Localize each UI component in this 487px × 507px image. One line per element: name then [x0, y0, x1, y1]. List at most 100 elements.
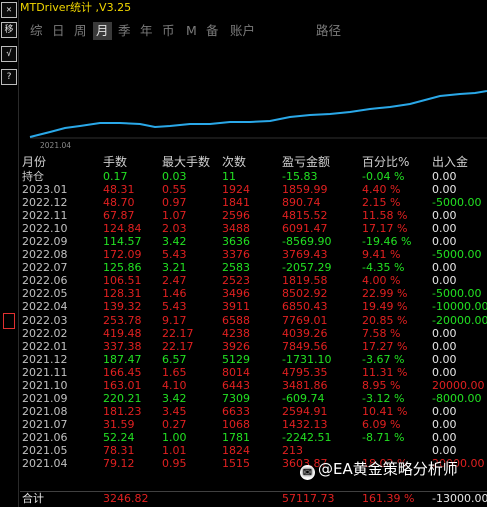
- cell-lots: 31.59: [103, 417, 135, 431]
- cell-lots: 220.21: [103, 391, 142, 405]
- cell-month: 2021.06: [22, 430, 68, 444]
- tab-4[interactable]: 季: [118, 22, 131, 40]
- col-max-lots[interactable]: 最大手数: [162, 154, 210, 170]
- cell-lots: 172.09: [103, 248, 142, 262]
- cell-flow: -8000.00: [432, 391, 482, 405]
- cell-flow: 0.00: [432, 339, 457, 353]
- cell-month: 2021.12: [22, 352, 68, 366]
- equity-curve-svg: 2021.04: [29, 90, 487, 150]
- tab-0[interactable]: 综: [30, 22, 43, 40]
- cell-flow: 0.00: [432, 430, 457, 444]
- table-row[interactable]: 2021.10 163.01 4.10 6443 3481.86 8.95 % 20000.…: [22, 379, 487, 392]
- table-row[interactable]: 2023.01 48.31 0.55 1924 1859.99 4.40 % 0.00: [22, 183, 487, 196]
- table-row[interactable]: 2022.09 114.57 3.42 3636 -8569.90 -19.46 % 0.0…: [22, 235, 487, 248]
- cell-pct: -3.12 %: [362, 391, 405, 405]
- cell-lots: 52.24: [103, 430, 135, 444]
- tab-1[interactable]: 日: [52, 22, 65, 40]
- cell-flow: 0.00: [432, 222, 457, 236]
- table-row[interactable]: 2022.03 253.78 9.17 6588 7769.01 20.85 % -2000…: [22, 314, 487, 327]
- cell-count: 2583: [222, 261, 250, 275]
- cell-month: 2022.12: [22, 196, 68, 210]
- cell-count: 2596: [222, 209, 250, 223]
- tab-10[interactable]: 路径: [316, 22, 341, 40]
- col-lots[interactable]: 手数: [103, 154, 127, 170]
- cell-month: 2021.09: [22, 391, 68, 405]
- cell-lots: 67.87: [103, 209, 135, 223]
- cell-month: 2022.03: [22, 313, 68, 327]
- table-row[interactable]: 2022.06 106.51 2.47 2523 1819.58 4.00 % 0.00: [22, 274, 487, 287]
- table-row[interactable]: 2021.11 166.45 1.65 8014 4795.35 11.31 % 0.00: [22, 366, 487, 379]
- tab-5[interactable]: 年: [140, 22, 153, 40]
- holding-max-lots: 0.03: [162, 170, 187, 183]
- cell-count: 6633: [222, 404, 250, 418]
- col-count[interactable]: 次数: [222, 154, 246, 170]
- cell-pnl: 7849.56: [282, 339, 328, 353]
- table-row[interactable]: 2022.08 172.09 5.43 3376 3769.43 9.41 % -5000.…: [22, 248, 487, 261]
- cell-pnl: 1859.99: [282, 183, 328, 197]
- col-flow[interactable]: 出入金: [432, 154, 468, 170]
- cell-count: 1515: [222, 457, 250, 471]
- table-row[interactable]: 2022.12 48.70 0.97 1841 890.74 2.15 % -5000.00: [22, 196, 487, 209]
- cell-pnl: -8569.90: [282, 235, 332, 249]
- cell-month: 2022.11: [22, 209, 68, 223]
- close-icon[interactable]: ✕: [1, 2, 17, 18]
- cell-pnl: 890.74: [282, 196, 321, 210]
- cell-max-lots: 1.46: [162, 287, 187, 301]
- cell-pnl: 1432.13: [282, 417, 328, 431]
- cell-max-lots: 0.97: [162, 196, 187, 210]
- table-row[interactable]: 2022.02 419.48 22.17 4238 4039.26 7.58 % 0.00: [22, 327, 487, 340]
- cell-max-lots: 4.10: [162, 378, 187, 392]
- tab-2[interactable]: 周: [74, 22, 87, 40]
- col-month[interactable]: 月份: [22, 154, 46, 170]
- table-row[interactable]: 2021.09 220.21 3.42 7309 -609.74 -3.12 % -8000…: [22, 392, 487, 405]
- cell-lots: 419.48: [103, 326, 142, 340]
- cell-lots: 106.51: [103, 274, 142, 288]
- cell-pnl: 4795.35: [282, 365, 328, 379]
- table-row[interactable]: 2021.08 181.23 3.45 6633 2594.91 10.41 % 0.00: [22, 405, 487, 418]
- cell-max-lots: 3.21: [162, 261, 187, 275]
- table-row[interactable]: 2021.05 78.31 1.01 1824 213 0.00: [22, 444, 487, 457]
- cell-pnl: 6850.43: [282, 300, 328, 314]
- total-pct: 161.39 %: [362, 492, 415, 505]
- table-row[interactable]: 2022.07 125.86 3.21 2583 -2057.29 -4.35 % 0.00: [22, 261, 487, 274]
- cell-month: 2022.07: [22, 261, 68, 275]
- cell-pnl: 1819.58: [282, 274, 328, 288]
- table-row[interactable]: 2022.05 128.31 1.46 3496 8502.92 22.99 % -5000…: [22, 287, 487, 300]
- help-button[interactable]: ?: [1, 69, 17, 85]
- tab-3[interactable]: 月: [93, 22, 112, 40]
- table-row[interactable]: 2021.12 187.47 6.57 5129 -1731.10 -3.67 % 0.00: [22, 353, 487, 366]
- tab-6[interactable]: 币: [162, 22, 175, 40]
- tab-8[interactable]: 备: [206, 22, 219, 40]
- cell-month: 2022.05: [22, 287, 68, 301]
- cell-max-lots: 6.57: [162, 352, 187, 366]
- col-pnl[interactable]: 盈亏金额: [282, 154, 330, 170]
- check-button[interactable]: √: [1, 46, 17, 62]
- cell-max-lots: 2.47: [162, 274, 187, 288]
- cell-max-lots: 0.27: [162, 417, 187, 431]
- cell-max-lots: 1.07: [162, 209, 187, 223]
- table-row[interactable]: 2022.10 124.84 2.03 3488 6091.47 17.17 % 0.00: [22, 222, 487, 235]
- move-button[interactable]: 移: [1, 22, 17, 38]
- tab-7[interactable]: M: [186, 22, 197, 40]
- table-row[interactable]: 2022.01 337.38 22.17 3926 7849.56 17.27 % 0.00: [22, 340, 487, 353]
- col-pct[interactable]: 百分比%: [362, 154, 409, 170]
- chart-x-label: 2021.04: [40, 141, 71, 150]
- table-row[interactable]: 2021.06 52.24 1.00 1781 -2242.51 -8.71 % 0.00: [22, 431, 487, 444]
- cell-pnl: 2594.91: [282, 404, 328, 418]
- cell-count: 1824: [222, 443, 250, 457]
- cell-max-lots: 1.01: [162, 443, 187, 457]
- cell-pnl: 4039.26: [282, 326, 328, 340]
- cell-max-lots: 3.42: [162, 235, 187, 249]
- holding-pnl: -15.83: [282, 170, 318, 183]
- table-row[interactable]: 2021.07 31.59 0.27 1068 1432.13 6.09 % 0.00: [22, 418, 487, 431]
- cell-max-lots: 3.45: [162, 404, 187, 418]
- cell-pct: 19.49 %: [362, 300, 408, 314]
- cell-count: 1924: [222, 183, 250, 197]
- table-row[interactable]: 2022.04 139.32 5.43 3911 6850.43 19.49 % -1000…: [22, 300, 487, 313]
- cell-max-lots: 5.43: [162, 300, 187, 314]
- table-row[interactable]: 2022.11 67.87 1.07 2596 4815.52 11.58 % 0.00: [22, 209, 487, 222]
- cell-lots: 48.31: [103, 183, 135, 197]
- cell-count: 3376: [222, 248, 250, 262]
- tab-9[interactable]: 账户: [230, 22, 255, 40]
- cell-lots: 166.45: [103, 365, 142, 379]
